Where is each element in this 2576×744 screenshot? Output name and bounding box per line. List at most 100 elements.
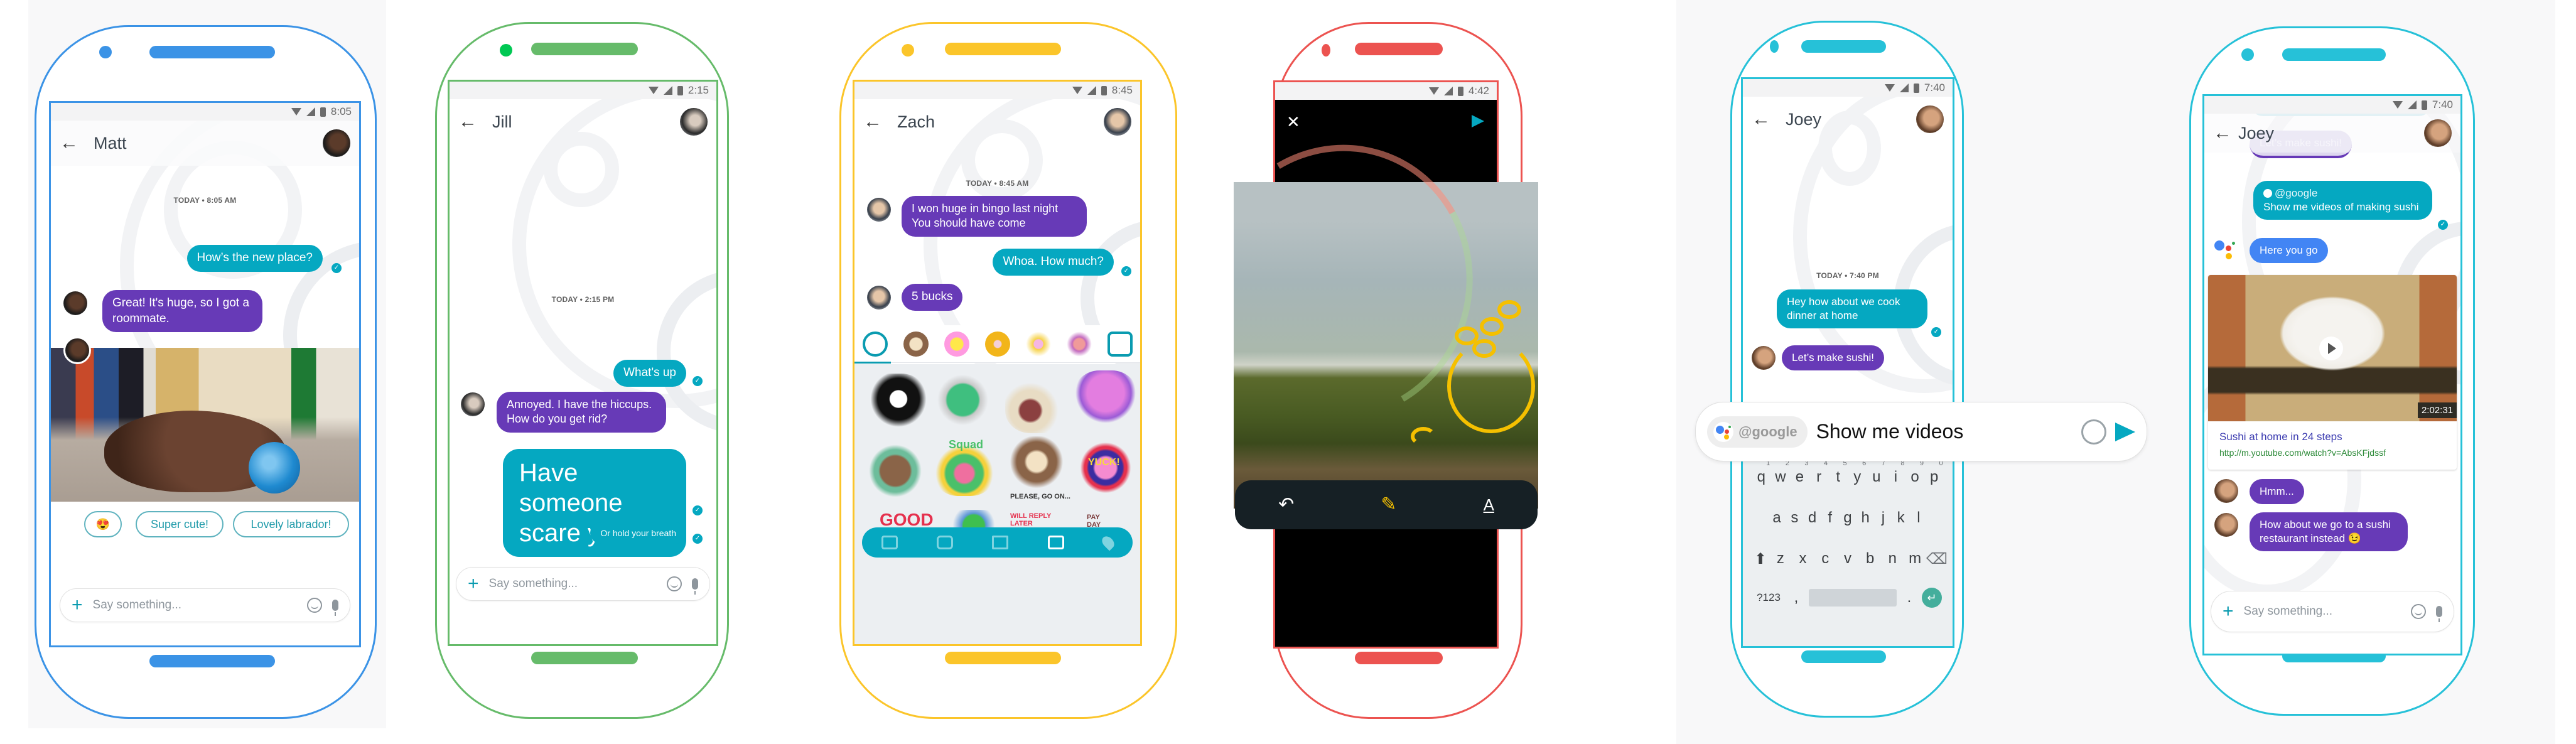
fox-sticker-pack[interactable] bbox=[1025, 331, 1051, 357]
smart-reply-super-cute[interactable]: Super cute! bbox=[136, 511, 224, 537]
video-result-card[interactable]: 2:02:31 Sushi at home in 24 steps http:/… bbox=[2208, 275, 2457, 470]
emoji-icon[interactable] bbox=[2081, 419, 2106, 445]
key-w[interactable]: w2 bbox=[1772, 460, 1789, 486]
key-h[interactable]: h bbox=[1857, 509, 1874, 527]
contact-avatar[interactable] bbox=[1916, 105, 1944, 133]
key-d[interactable]: d bbox=[1804, 509, 1821, 527]
plus-icon[interactable]: + bbox=[468, 574, 479, 593]
recent-clock-icon[interactable] bbox=[862, 331, 888, 357]
monkey-sticker-pack[interactable] bbox=[1066, 331, 1092, 357]
microphone-icon[interactable] bbox=[2436, 606, 2442, 622]
key-t[interactable]: t5 bbox=[1830, 460, 1846, 486]
sticker-angry-bottle[interactable] bbox=[936, 372, 989, 428]
shared-photo-puppy[interactable] bbox=[51, 348, 359, 502]
back-arrow-icon[interactable]: ← bbox=[458, 112, 483, 131]
key-y[interactable]: y6 bbox=[1848, 460, 1866, 486]
pen-icon[interactable]: ✎ bbox=[1381, 495, 1396, 514]
home-bar bbox=[531, 652, 638, 664]
key-m[interactable]: m bbox=[1906, 550, 1924, 568]
back-arrow-icon[interactable]: ← bbox=[2213, 124, 2238, 143]
key-q[interactable]: q1 bbox=[1752, 460, 1770, 486]
send-icon[interactable] bbox=[2115, 422, 2135, 441]
key-i[interactable]: i8 bbox=[1887, 460, 1905, 486]
message-input[interactable]: Say something... bbox=[489, 577, 657, 591]
google-assistant-chip[interactable]: @google bbox=[1707, 416, 1808, 448]
video-title[interactable]: Sushi at home in 24 steps bbox=[2219, 431, 2342, 443]
key-r[interactable]: r4 bbox=[1810, 460, 1828, 486]
enter-key[interactable]: ↵ bbox=[1922, 588, 1942, 608]
play-icon[interactable] bbox=[2319, 337, 2343, 360]
microphone-icon[interactable] bbox=[692, 578, 698, 595]
keyboard-row-1: q1w2e3r4t5y6u7i8o9p0 bbox=[1743, 460, 1953, 486]
contact-avatar[interactable] bbox=[323, 129, 350, 157]
key-s[interactable]: s bbox=[1786, 509, 1803, 527]
contact-avatar[interactable] bbox=[1104, 108, 1131, 136]
key-u[interactable]: u7 bbox=[1868, 460, 1885, 486]
backspace-key[interactable]: ⌫ bbox=[1926, 550, 1948, 568]
sticker-food-pans[interactable] bbox=[1005, 377, 1068, 433]
back-arrow-icon[interactable]: ← bbox=[863, 112, 888, 131]
key-c[interactable]: c bbox=[1816, 550, 1834, 568]
key-z[interactable]: z bbox=[1772, 550, 1789, 568]
space-bar[interactable] bbox=[1809, 589, 1897, 607]
comma-key[interactable]: , bbox=[1787, 589, 1805, 607]
back-arrow-icon[interactable]: ← bbox=[60, 134, 85, 153]
smart-reply-lovely-labrador[interactable]: Lovely labrador! bbox=[233, 511, 349, 537]
shift-key[interactable]: ⬆ bbox=[1752, 550, 1769, 568]
key-l[interactable]: l bbox=[1910, 509, 1927, 527]
undo-icon[interactable]: ↶ bbox=[1278, 495, 1294, 514]
key-k[interactable]: k bbox=[1892, 509, 1910, 527]
smart-reply-emoji[interactable]: 😍 bbox=[84, 511, 122, 537]
keyboard-icon[interactable] bbox=[881, 536, 898, 549]
add-sticker-pack-icon[interactable] bbox=[1107, 331, 1133, 357]
emoji-icon[interactable] bbox=[2411, 604, 2426, 619]
assistant-input-bar[interactable]: @google Show me videos bbox=[1695, 402, 2147, 461]
send-icon[interactable] bbox=[1472, 115, 1484, 127]
sender-avatar bbox=[867, 198, 891, 222]
sticker-octopus[interactable] bbox=[1074, 370, 1137, 427]
key-e[interactable]: e3 bbox=[1791, 460, 1809, 486]
key-j[interactable]: j bbox=[1874, 509, 1892, 527]
key-g[interactable]: g bbox=[1839, 509, 1857, 527]
yak-sticker-pack[interactable] bbox=[984, 331, 1010, 357]
sloth-sticker-pack[interactable] bbox=[903, 331, 929, 357]
emoji-icon[interactable] bbox=[307, 598, 322, 613]
key-a[interactable]: a bbox=[1768, 509, 1786, 527]
edited-photo-rainbow[interactable] bbox=[1177, 115, 1538, 509]
key-n[interactable]: n bbox=[1883, 550, 1901, 568]
sticker-icon[interactable] bbox=[1047, 536, 1064, 549]
message-input[interactable]: Say something... bbox=[2244, 605, 2401, 618]
text-icon[interactable]: A bbox=[1484, 497, 1494, 513]
sticker-coffee-sloth[interactable] bbox=[864, 443, 927, 499]
symbols-key[interactable]: ?123 bbox=[1754, 591, 1784, 604]
key-x[interactable]: x bbox=[1794, 550, 1812, 568]
period-key[interactable]: . bbox=[1900, 589, 1918, 607]
message-composer[interactable]: + Say something... bbox=[456, 567, 710, 601]
key-p[interactable]: p0 bbox=[1926, 460, 1943, 486]
message-composer[interactable]: + Say something... bbox=[2211, 591, 2454, 632]
emoji-icon[interactable] bbox=[667, 576, 682, 591]
sticker-please-go-on[interactable] bbox=[1005, 436, 1068, 493]
back-arrow-icon[interactable]: ← bbox=[1752, 110, 1777, 129]
video-url[interactable]: http://m.youtube.com/watch?v=AbsKFjdssf bbox=[2219, 448, 2386, 458]
message-composer[interactable]: + Say something... bbox=[60, 588, 350, 622]
flower-sticker-pack[interactable] bbox=[944, 331, 969, 357]
key-o[interactable]: o9 bbox=[1906, 460, 1924, 486]
close-icon[interactable]: ✕ bbox=[1286, 112, 1300, 132]
microphone-icon[interactable] bbox=[332, 600, 338, 616]
message-input[interactable]: Say something... bbox=[93, 598, 297, 612]
contact-avatar[interactable] bbox=[680, 108, 708, 136]
location-icon[interactable] bbox=[1099, 534, 1117, 551]
camera-icon[interactable] bbox=[937, 536, 954, 549]
plus-icon[interactable]: + bbox=[2223, 602, 2234, 621]
speaker-grille bbox=[1801, 40, 1886, 53]
key-f[interactable]: f bbox=[1821, 509, 1839, 527]
message-input[interactable]: Show me videos bbox=[1816, 420, 2072, 443]
gallery-icon[interactable] bbox=[992, 536, 1009, 549]
sticker-skater-dog[interactable] bbox=[864, 374, 927, 430]
contact-avatar[interactable] bbox=[2424, 119, 2452, 147]
sender-avatar bbox=[2214, 479, 2238, 503]
plus-icon[interactable]: + bbox=[72, 596, 83, 615]
key-v[interactable]: v bbox=[1839, 550, 1857, 568]
key-b[interactable]: b bbox=[1862, 550, 1879, 568]
